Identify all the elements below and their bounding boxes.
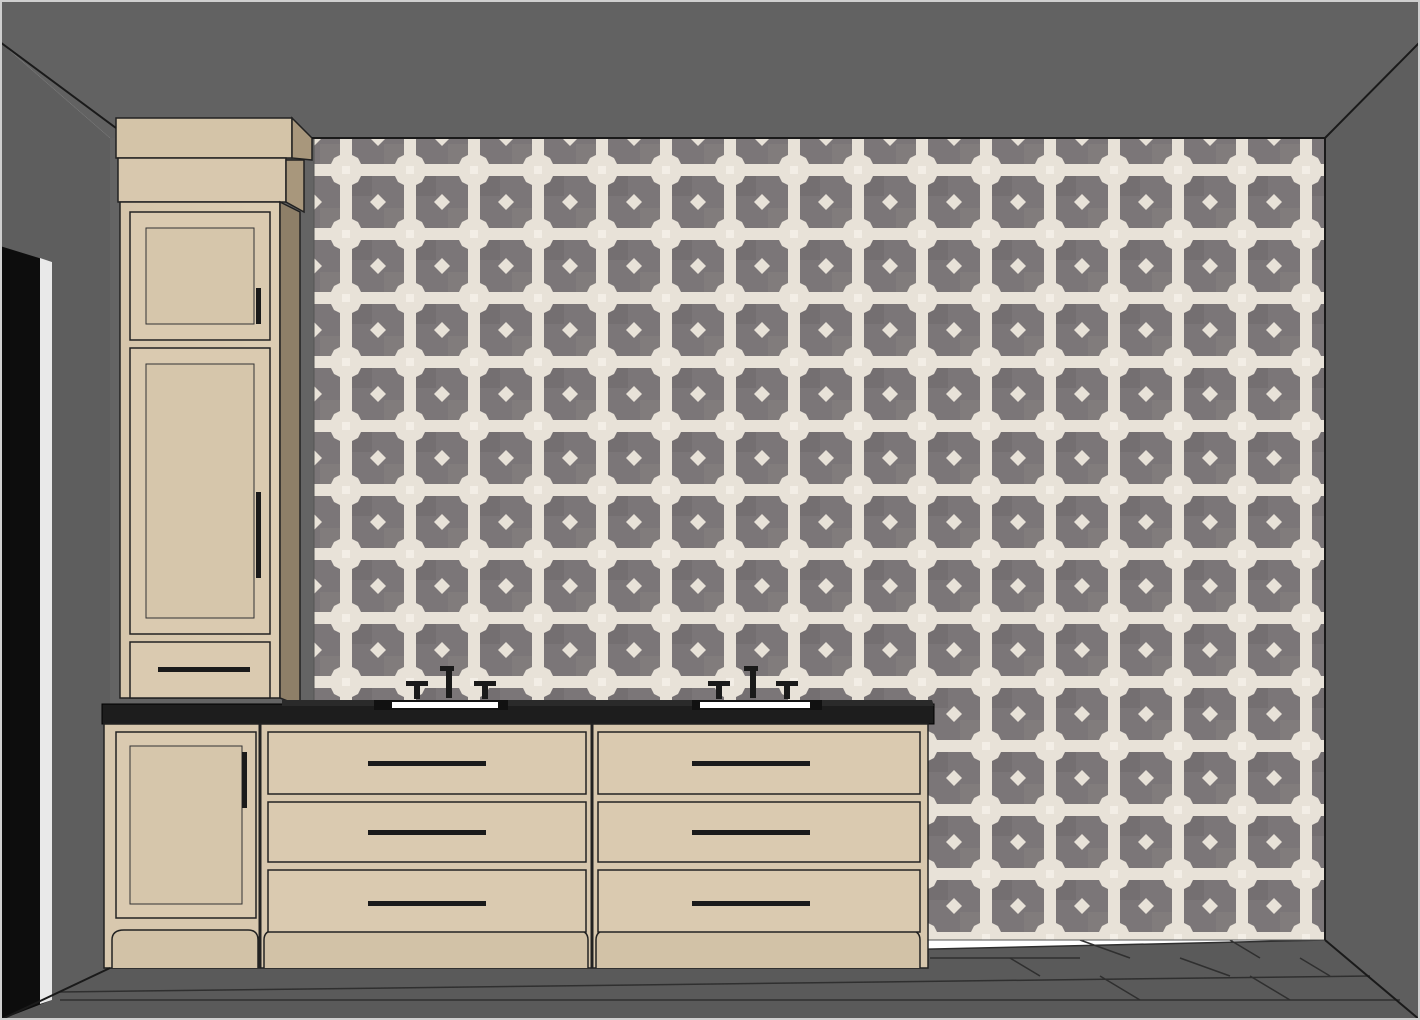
drawer-handle[interactable]	[368, 901, 486, 906]
doorway-frame	[40, 258, 52, 1004]
drawer-handle[interactable]	[692, 830, 810, 835]
vanity-base	[103, 723, 929, 969]
bathroom-elevation-render	[0, 0, 1420, 1020]
crown-molding-bottom	[117, 157, 287, 203]
tall-cabinet	[115, 116, 313, 708]
vanity-door-handle[interactable]	[242, 752, 247, 808]
drawer-handle[interactable]	[692, 761, 810, 766]
drawer-handle[interactable]	[692, 901, 810, 906]
tall-drawer-handle[interactable]	[158, 667, 250, 672]
drawer-handle[interactable]	[368, 761, 486, 766]
left-sink	[374, 700, 508, 710]
right-wall	[1325, 42, 1420, 1020]
render-svg	[0, 0, 1420, 1020]
right-sink	[692, 700, 822, 710]
crown-molding-top	[115, 117, 293, 159]
upper-door-handle[interactable]	[256, 288, 261, 324]
tall-door-handle[interactable]	[256, 492, 261, 578]
drawer-handle[interactable]	[368, 830, 486, 835]
